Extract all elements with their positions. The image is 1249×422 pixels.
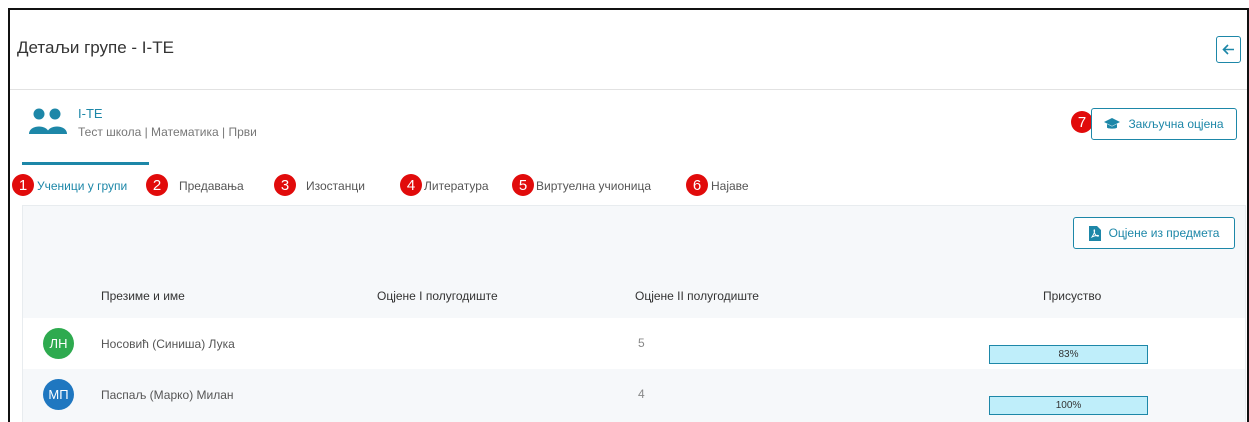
attendance-progress-bar: 83%: [989, 345, 1148, 364]
attendance-value: 100%: [1055, 400, 1082, 411]
callout-badge-2: 2: [146, 174, 168, 196]
callout-badge-7: 7: [1071, 111, 1093, 133]
table-row[interactable]: МП Паспаљ (Марко) Милан 4 100%: [23, 369, 1245, 420]
callout-badge-5: 5: [512, 174, 534, 196]
column-header-grades-2: Оцјене II полугодиште: [635, 289, 759, 303]
grades-2-value: 4: [638, 387, 645, 401]
graduation-cap-icon: [1104, 118, 1121, 129]
column-header-grades-1: Оцјене I полугодиште: [377, 289, 498, 303]
column-header-attendance: Присуство: [1043, 289, 1102, 303]
tab-students[interactable]: Ученици у групи: [37, 179, 127, 193]
subject-grades-button[interactable]: Оцјене из предмета: [1073, 217, 1235, 249]
grades-2-value: 5: [638, 336, 645, 350]
tab-bar: 1 Ученици у групи 2 Предавања 3 Изостанц…: [10, 160, 1247, 205]
attendance-value: 83%: [1058, 349, 1079, 360]
column-header-name: Презиме и име: [101, 289, 185, 303]
student-name: Паспаљ (Марко) Милан: [101, 388, 234, 402]
callout-badge-3: 3: [274, 174, 296, 196]
page-title: Детаљи групе - I-TE: [17, 38, 174, 57]
subject-grades-label: Оцјене из предмета: [1108, 226, 1220, 240]
tab-virtual-classroom[interactable]: Виртуелна учионица: [536, 179, 651, 193]
tab-absences[interactable]: Изостанци: [306, 179, 365, 193]
student-name: Носовић (Синиша) Лука: [101, 337, 235, 351]
back-button[interactable]: [1216, 36, 1241, 63]
final-grade-button[interactable]: Закључна оцјена: [1091, 108, 1237, 140]
pdf-file-icon: [1088, 225, 1101, 241]
tab-literature[interactable]: Литература: [424, 179, 489, 193]
final-grade-label: Закључна оцјена: [1128, 117, 1224, 131]
arrow-left-icon: [1222, 44, 1234, 55]
page-header: Детаљи групе - I-TE: [10, 10, 1247, 90]
avatar: МП: [43, 379, 74, 410]
avatar: ЛН: [43, 328, 74, 359]
group-name: I-TE: [78, 106, 103, 121]
callout-badge-6: 6: [686, 174, 708, 196]
app-window: Детаљи групе - I-TE I-TE Тест школа | Ма…: [8, 8, 1249, 422]
active-tab-indicator: [22, 162, 149, 165]
attendance-progress-bar: 100%: [989, 396, 1148, 415]
tab-lectures[interactable]: Предавања: [179, 179, 244, 193]
users-icon: [29, 108, 67, 134]
table-row[interactable]: ЛН Носовић (Синиша) Лука 5 83%: [23, 318, 1245, 369]
callout-badge-4: 4: [400, 174, 422, 196]
callout-badge-1: 1: [12, 174, 34, 196]
students-panel: Оцјене из предмета Презиме и име Оцјене …: [22, 205, 1246, 422]
tab-announcements[interactable]: Најаве: [711, 179, 749, 193]
group-subtitle: Тест школа | Математика | Први: [78, 125, 257, 139]
